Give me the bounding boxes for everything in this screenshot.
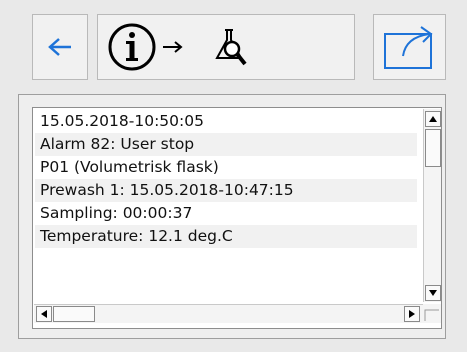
arrow-right-icon bbox=[163, 41, 183, 53]
log-row-program[interactable]: P01 (Volumetrisk flask) bbox=[35, 156, 417, 179]
horizontal-scroll-thumb[interactable] bbox=[53, 306, 95, 322]
triangle-down-icon bbox=[429, 290, 437, 296]
export-icon bbox=[383, 26, 433, 69]
back-button[interactable] bbox=[32, 14, 88, 80]
info-toolbar-group[interactable] bbox=[97, 14, 355, 80]
size-grip-icon bbox=[424, 309, 439, 321]
export-button[interactable] bbox=[373, 14, 446, 80]
triangle-right-icon bbox=[409, 310, 415, 318]
scrollbar-corner bbox=[423, 304, 441, 323]
log-list[interactable]: 15.05.2018-10:50:05 Alarm 82: User stop … bbox=[32, 107, 442, 329]
log-row-timestamp[interactable]: 15.05.2018-10:50:05 bbox=[35, 110, 417, 133]
scroll-up-button[interactable] bbox=[425, 111, 441, 127]
log-row-alarm[interactable]: Alarm 82: User stop bbox=[35, 133, 417, 156]
log-row-temperature[interactable]: Temperature: 12.1 deg.C bbox=[35, 225, 417, 248]
triangle-left-icon bbox=[41, 310, 47, 318]
info-circle-icon bbox=[108, 23, 156, 71]
triangle-up-icon bbox=[429, 116, 437, 122]
scroll-down-button[interactable] bbox=[425, 285, 441, 301]
horizontal-scrollbar[interactable] bbox=[34, 304, 423, 323]
flask-search-icon[interactable] bbox=[211, 26, 251, 68]
log-row-sampling[interactable]: Sampling: 00:00:37 bbox=[35, 202, 417, 225]
log-row-prewash[interactable]: Prewash 1: 15.05.2018-10:47:15 bbox=[35, 179, 417, 202]
scroll-left-button[interactable] bbox=[36, 306, 52, 322]
vertical-scroll-thumb[interactable] bbox=[425, 129, 441, 167]
arrow-left-icon bbox=[48, 38, 71, 56]
vertical-scrollbar[interactable] bbox=[423, 109, 441, 302]
scroll-right-button[interactable] bbox=[404, 306, 420, 322]
